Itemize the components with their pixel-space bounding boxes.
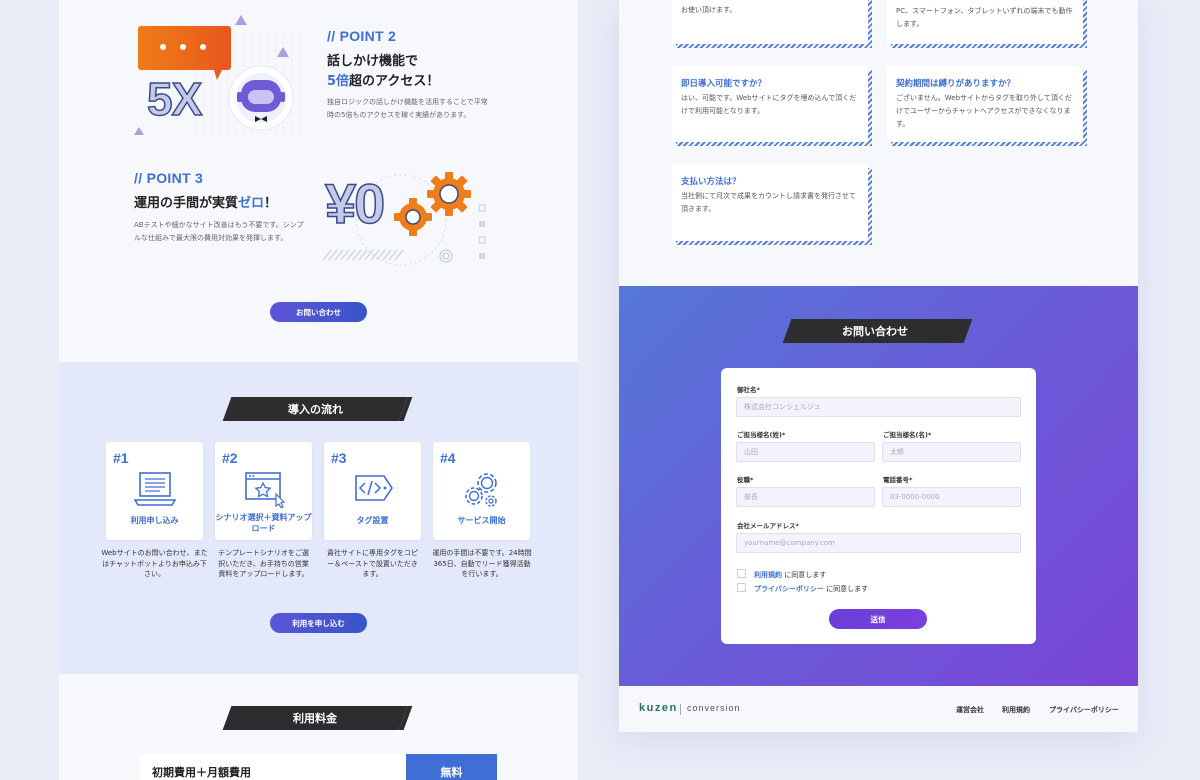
pricing-heading: 利用料金 — [222, 706, 408, 730]
point2-label: // POINT 2 — [327, 28, 397, 44]
email-input[interactable] — [736, 533, 1021, 553]
laptop-icon — [134, 472, 176, 506]
right-page: 初期費用、月額費用ともに0円で利用可能です。完全成果報酬型ですので成果につながら… — [619, 0, 1138, 732]
pricing-row-label: 初期費用＋月額費用 — [140, 754, 406, 780]
flow-heading: 導入の流れ — [222, 397, 408, 421]
privacy-agree-text: プライバシーポリシー に同意します — [754, 585, 869, 593]
code-tag-icon — [355, 475, 393, 501]
contact-form: 御社名* ご担当様名(姓)* ご担当様名(名)* 役職* 電話番号* 会社メール… — [721, 368, 1036, 644]
footer-link-company[interactable]: 運営会社 — [956, 705, 984, 715]
faq-card-5: 支払い方法は？ 当社側にて月次で成果をカウントし請求書を発行させて頂きます。 — [672, 164, 872, 245]
faq-card-4: 契約期間は縛りがありますか？ ございません。Webサイトからタグを取り外して頂く… — [887, 66, 1087, 146]
five-x-badge: 5X — [146, 72, 203, 126]
last-name-input[interactable] — [736, 442, 875, 462]
point3-illustration: ¥0 — [321, 170, 496, 270]
faq-card-2: PC、スマートフォン、タブレットいずれの端末でも動作します。 — [887, 0, 1087, 48]
role-input[interactable] — [736, 487, 875, 507]
privacy-checkbox[interactable] — [737, 583, 746, 592]
submit-button[interactable]: 送信 — [829, 609, 927, 629]
contact-cta-button[interactable]: お問い合わせ — [270, 302, 367, 322]
step-desc-1: Webサイトのお問い合わせ、またはチャットボットよりお申込み下さい。 — [101, 549, 208, 578]
first-name-input[interactable] — [882, 442, 1021, 462]
step-card-4: #4 サービス開始 — [433, 442, 530, 540]
point3-desc: ABテストや細かなサイト改善はもう不要です。シンプルな仕組みで最大限の費用対効果… — [134, 221, 304, 242]
point2-desc: 独自ロジックの話しかけ機能を活用することで平常時の5倍ものアクセスを稼ぐ実績があ… — [327, 98, 488, 119]
pricing-row-value: 無料 — [406, 754, 497, 780]
step-card-1: #1 利用申し込み — [106, 442, 203, 540]
phone-input[interactable] — [882, 487, 1021, 507]
footer-logo[interactable]: kuzen — [639, 702, 678, 714]
step-desc-2: テンプレートシナリオをご選択いただき、お手持ちの営業資料をアップロードします。 — [218, 549, 309, 578]
faq-card-3: 即日導入可能ですか？ はい、可能です。Webサイトにタグを埋め込んで頂くだけで利… — [672, 66, 872, 146]
step-card-3: #3 タグ設置 — [324, 442, 421, 540]
privacy-link[interactable]: プライバシーポリシー — [754, 585, 824, 593]
faq-card-1: 初期費用、月額費用ともに0円で利用可能です。完全成果報酬型ですので成果につながら… — [672, 0, 872, 48]
terms-link[interactable]: 利用規約 — [754, 571, 782, 579]
footer-product: conversion — [687, 703, 741, 713]
browser-star-icon — [245, 472, 286, 508]
step-card-2: #2 シナリオ選択＋資料アップロード — [215, 442, 312, 540]
contact-section: お問い合わせ 御社名* ご担当様名(姓)* ご担当様名(名)* 役職* 電話番号… — [619, 286, 1138, 686]
yen-zero-badge: ¥0 — [324, 172, 386, 235]
footer-link-terms[interactable]: 利用規約 — [1002, 705, 1030, 715]
point2-title: 話しかけ機能で 5倍超のアクセス！ — [327, 54, 440, 89]
terms-agree-text: 利用規約 に同意します — [754, 571, 827, 579]
point3-label: // POINT 3 — [134, 170, 204, 186]
terms-checkbox[interactable] — [737, 569, 746, 578]
step-desc-4: 運用の手間は不要です。24時間365日、自動でリード獲得活動を行います。 — [432, 549, 532, 578]
apply-button[interactable]: 利用を申し込む — [270, 613, 367, 633]
step-desc-3: 貴社サイトに専用タグをコピー＆ペーストで設置いただきます。 — [327, 549, 418, 578]
left-page: 5X // POINT 2 話しかけ機能で 5倍超のアクセス！ 独自ロジックの話… — [59, 0, 578, 780]
company-input[interactable] — [736, 397, 1021, 417]
contact-heading: お問い合わせ — [782, 319, 968, 343]
gears-icon — [465, 473, 497, 507]
point2-illustration: 5X — [131, 10, 306, 140]
footer-link-privacy[interactable]: プライバシーポリシー — [1049, 705, 1119, 715]
